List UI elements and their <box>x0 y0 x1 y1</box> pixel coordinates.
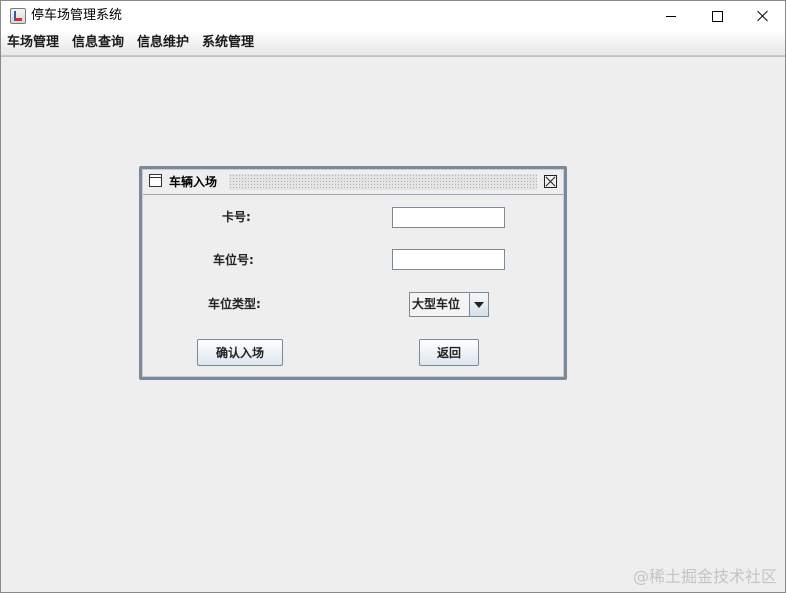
minimize-button[interactable] <box>648 1 694 31</box>
menu-info-maintenance[interactable]: 信息维护 <box>137 35 189 51</box>
menu-parking-management[interactable]: 车场管理 <box>7 35 59 51</box>
maximize-icon <box>711 10 723 22</box>
maximize-button[interactable] <box>694 1 740 31</box>
menu-bar: 车场管理 信息查询 信息维护 系统管理 <box>1 31 785 56</box>
dialog-close-icon[interactable] <box>544 175 557 188</box>
vehicle-entry-dialog: 车辆入场 卡号: 车位号: 车位类型: 大型车位 确认入场 返回 <box>139 166 567 380</box>
chevron-down-icon[interactable] <box>469 293 488 316</box>
frame-icon <box>149 174 162 187</box>
space-number-input[interactable] <box>392 249 505 270</box>
window-title: 停车场管理系统 <box>31 8 123 23</box>
app-window: 停车场管理系统 车场管理 信息查询 信息维护 系统管理 车辆入场 卡号: 车位号… <box>0 0 786 593</box>
title-drag-area[interactable] <box>229 174 537 190</box>
desktop-pane: 车辆入场 卡号: 车位号: 车位类型: 大型车位 确认入场 返回 <box>1 56 785 592</box>
dialog-title: 车辆入场 <box>169 175 218 189</box>
card-number-input[interactable] <box>392 207 505 228</box>
back-button[interactable]: 返回 <box>419 339 479 366</box>
space-number-label: 车位号: <box>213 253 254 267</box>
space-type-label: 车位类型: <box>208 297 261 311</box>
menu-info-query[interactable]: 信息查询 <box>72 35 124 51</box>
minimize-icon <box>666 15 676 17</box>
card-number-label: 卡号: <box>222 210 251 224</box>
space-type-select[interactable]: 大型车位 <box>409 292 489 317</box>
dialog-title-bar[interactable]: 车辆入场 <box>143 170 563 195</box>
close-button[interactable] <box>740 1 786 31</box>
menu-system-management[interactable]: 系统管理 <box>202 35 254 51</box>
close-icon <box>757 10 769 22</box>
watermark: @稀土掘金技术社区 <box>633 567 778 586</box>
confirm-entry-button[interactable]: 确认入场 <box>197 339 283 366</box>
space-type-value: 大型车位 <box>412 297 461 311</box>
java-app-icon <box>10 8 26 24</box>
title-bar[interactable]: 停车场管理系统 <box>1 1 785 31</box>
